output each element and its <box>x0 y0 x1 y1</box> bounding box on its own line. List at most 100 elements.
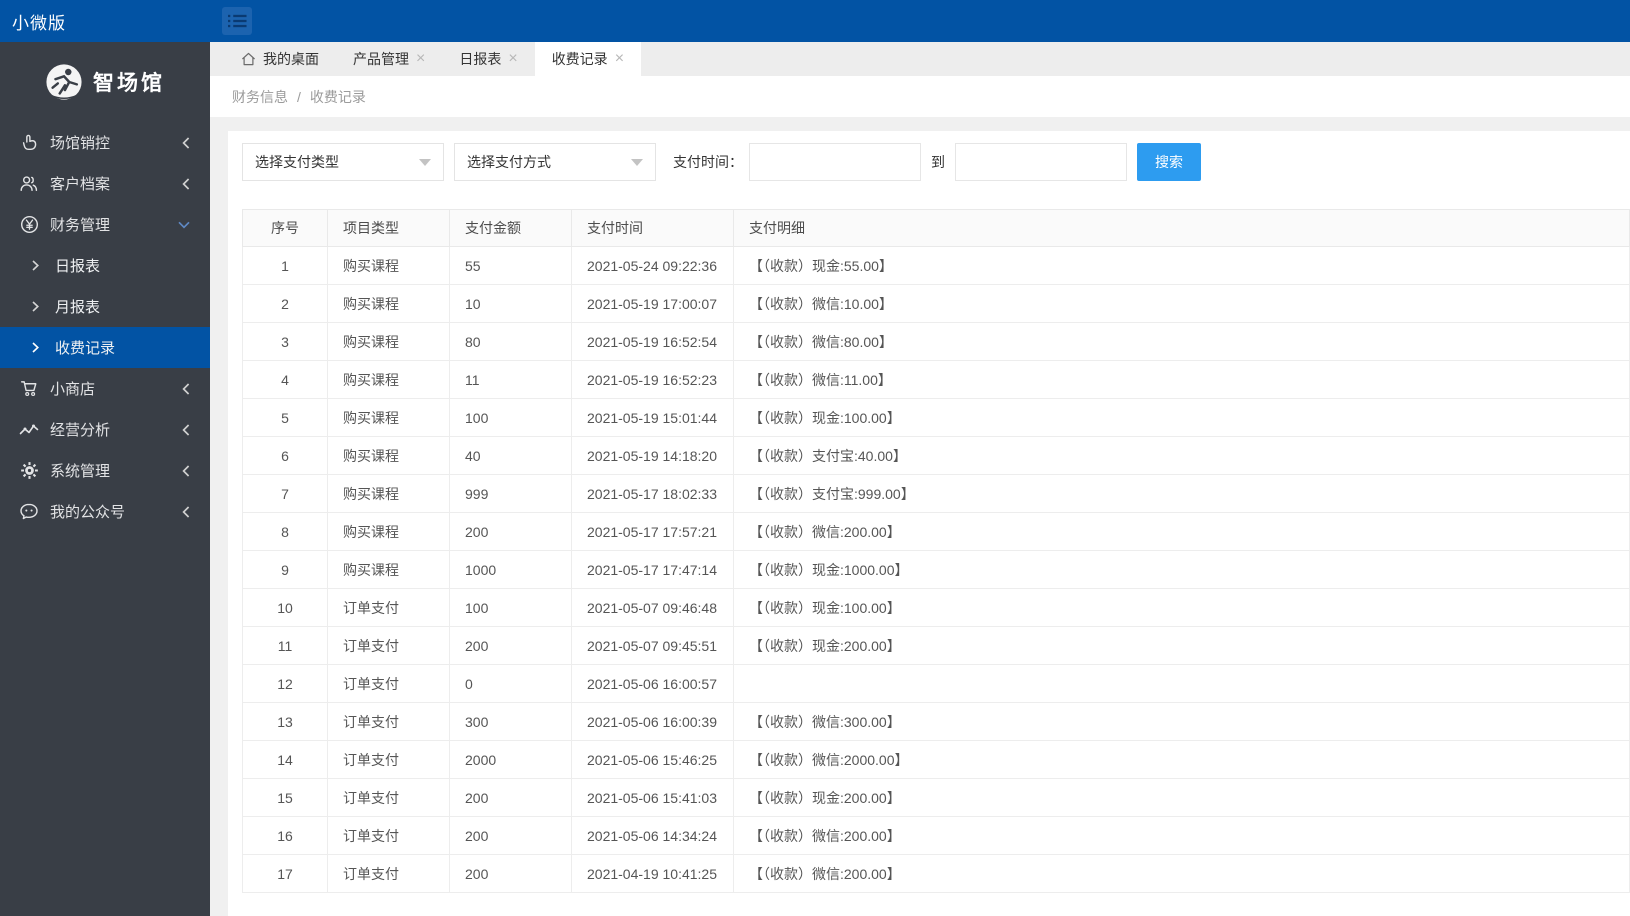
cell-pay-time: 2021-05-19 17:00:07 <box>571 284 734 323</box>
sidebar: 智场馆 场馆销控 客户档案 财务管理 日报表 月报表 收费记录 小商店 经营分析… <box>0 42 210 916</box>
tab-fee-records[interactable]: 收费记录 × <box>534 42 642 76</box>
cell-amount: 100 <box>449 398 572 437</box>
cell-index: 4 <box>242 360 328 399</box>
tab-bar: 我的桌面 产品管理 × 日报表 × 收费记录 × <box>210 42 1630 76</box>
caret-down-icon <box>631 158 643 166</box>
sidebar-item-venue-sales[interactable]: 场馆销控 <box>0 122 210 163</box>
app-window: 小微版 智场馆 场馆销控 客户档案 财务管理 日报表 月报表 收费记录 小商店 … <box>0 0 1630 916</box>
cell-amount: 10 <box>449 284 572 323</box>
cell-index: 8 <box>242 512 328 551</box>
cell-item-type: 购买课程 <box>327 360 450 399</box>
close-icon[interactable]: × <box>416 51 425 67</box>
pay-time-from-input[interactable] <box>749 143 921 181</box>
cell-pay-detail: 【（收款）现金:100.00】 <box>733 588 1630 627</box>
sidebar-item-system-management[interactable]: 系统管理 <box>0 450 210 491</box>
column-header-amount: 支付金额 <box>449 209 572 247</box>
shop-icon <box>18 379 40 398</box>
settings-icon <box>18 461 40 480</box>
cell-pay-detail: 【（收款）支付宝:999.00】 <box>733 474 1630 513</box>
close-icon[interactable]: × <box>615 51 624 67</box>
cell-pay-detail: 【（收款）现金:200.00】 <box>733 626 1630 665</box>
table-row: 13 订单支付 300 2021-05-06 16:00:39 【（收款）微信:… <box>242 702 1630 741</box>
records-panel: 选择支付类型 选择支付方式 支付时间： 到 搜索 序号 项目类型 支付金额 支付… <box>228 131 1630 916</box>
column-header-pay-time: 支付时间 <box>571 209 734 247</box>
table-row: 8 购买课程 200 2021-05-17 17:57:21 【（收款）微信:2… <box>242 512 1630 551</box>
cell-item-type: 购买课程 <box>327 436 450 475</box>
tab-label: 日报表 <box>459 51 502 67</box>
cell-pay-detail: 【（收款）支付宝:40.00】 <box>733 436 1630 475</box>
sidebar-item-label: 系统管理 <box>50 463 111 480</box>
cell-pay-detail <box>733 664 1630 703</box>
analytics-icon <box>18 422 40 438</box>
cell-index: 7 <box>242 474 328 513</box>
cell-index: 5 <box>242 398 328 437</box>
breadcrumb-section[interactable]: 财务信息 <box>232 87 288 107</box>
sidebar-item-finance[interactable]: 财务管理 <box>0 204 210 245</box>
sidebar-subitem-label: 日报表 <box>55 258 101 275</box>
cell-item-type: 订单支付 <box>327 816 450 855</box>
chevron-left-icon <box>182 505 190 518</box>
pay-method-select[interactable]: 选择支付方式 <box>454 143 656 181</box>
cell-item-type: 订单支付 <box>327 702 450 741</box>
cell-amount: 200 <box>449 816 572 855</box>
cell-pay-detail: 【（收款）微信:2000.00】 <box>733 740 1630 779</box>
sidebar-subitem-monthly-report[interactable]: 月报表 <box>0 286 210 327</box>
sidebar-nav: 场馆销控 客户档案 财务管理 日报表 月报表 收费记录 小商店 经营分析 系统管… <box>0 122 210 532</box>
sidebar-item-my-official-account[interactable]: 我的公众号 <box>0 491 210 532</box>
cell-pay-time: 2021-05-17 17:47:14 <box>571 550 734 589</box>
cell-index: 17 <box>242 854 328 893</box>
cell-pay-time: 2021-05-06 15:41:03 <box>571 778 734 817</box>
cell-pay-time: 2021-05-24 09:22:36 <box>571 246 734 285</box>
content-area: 选择支付类型 选择支付方式 支付时间： 到 搜索 序号 项目类型 支付金额 支付… <box>210 117 1630 916</box>
home-icon <box>241 52 256 66</box>
pay-type-select[interactable]: 选择支付类型 <box>242 143 444 181</box>
table-row: 15 订单支付 200 2021-05-06 15:41:03 【（收款）现金:… <box>242 778 1630 817</box>
cell-pay-time: 2021-05-19 16:52:23 <box>571 360 734 399</box>
sidebar-item-customer-files[interactable]: 客户档案 <box>0 163 210 204</box>
cell-pay-time: 2021-05-06 16:00:39 <box>571 702 734 741</box>
sidebar-item-small-shop[interactable]: 小商店 <box>0 368 210 409</box>
cell-pay-time: 2021-05-06 14:34:24 <box>571 816 734 855</box>
tab-my-desktop[interactable]: 我的桌面 <box>224 42 336 76</box>
table-row: 3 购买课程 80 2021-05-19 16:52:54 【（收款）微信:80… <box>242 322 1630 361</box>
cell-index: 9 <box>242 550 328 589</box>
sidebar-item-label: 小商店 <box>50 381 96 398</box>
column-header-index: 序号 <box>242 209 328 247</box>
cell-pay-detail: 【（收款）现金:55.00】 <box>733 246 1630 285</box>
tab-label: 收费记录 <box>551 51 608 67</box>
app-logo: 智场馆 <box>0 42 210 122</box>
pay-time-to-input[interactable] <box>955 143 1127 181</box>
cell-pay-detail: 【（收款）微信:300.00】 <box>733 702 1630 741</box>
search-button[interactable]: 搜索 <box>1137 143 1201 181</box>
sidebar-subitem-fee-records[interactable]: 收费记录 <box>0 327 210 368</box>
cell-pay-detail: 【（收款）现金:1000.00】 <box>733 550 1630 589</box>
breadcrumb-separator: / <box>297 88 301 105</box>
column-header-item-type: 项目类型 <box>327 209 450 247</box>
table-row: 17 订单支付 200 2021-04-19 10:41:25 【（收款）微信:… <box>242 854 1630 893</box>
cell-pay-detail: 【（收款）微信:10.00】 <box>733 284 1630 323</box>
sidebar-toggle-button[interactable] <box>222 7 252 35</box>
cell-pay-time: 2021-05-19 15:01:44 <box>571 398 734 437</box>
cell-amount: 11 <box>449 360 572 399</box>
column-header-pay-detail: 支付明细 <box>733 209 1630 247</box>
cell-item-type: 购买课程 <box>327 512 450 551</box>
cell-item-type: 订单支付 <box>327 664 450 703</box>
cell-index: 11 <box>242 626 328 665</box>
cell-index: 13 <box>242 702 328 741</box>
sidebar-item-business-analysis[interactable]: 经营分析 <box>0 409 210 450</box>
sidebar-item-label: 场馆销控 <box>50 135 111 152</box>
cell-item-type: 订单支付 <box>327 778 450 817</box>
table-row: 16 订单支付 200 2021-05-06 14:34:24 【（收款）微信:… <box>242 816 1630 855</box>
close-icon[interactable]: × <box>508 51 517 67</box>
chevron-left-icon <box>182 423 190 436</box>
tab-product-management[interactable]: 产品管理 × <box>336 42 442 76</box>
cell-index: 16 <box>242 816 328 855</box>
tab-daily-report[interactable]: 日报表 × <box>442 42 534 76</box>
cell-amount: 1000 <box>449 550 572 589</box>
list-menu-icon <box>227 14 247 28</box>
sidebar-subitem-daily-report[interactable]: 日报表 <box>0 245 210 286</box>
sidebar-item-label: 经营分析 <box>50 422 111 439</box>
cell-item-type: 购买课程 <box>327 550 450 589</box>
table-row: 2 购买课程 10 2021-05-19 17:00:07 【（收款）微信:10… <box>242 284 1630 323</box>
cell-amount: 200 <box>449 512 572 551</box>
